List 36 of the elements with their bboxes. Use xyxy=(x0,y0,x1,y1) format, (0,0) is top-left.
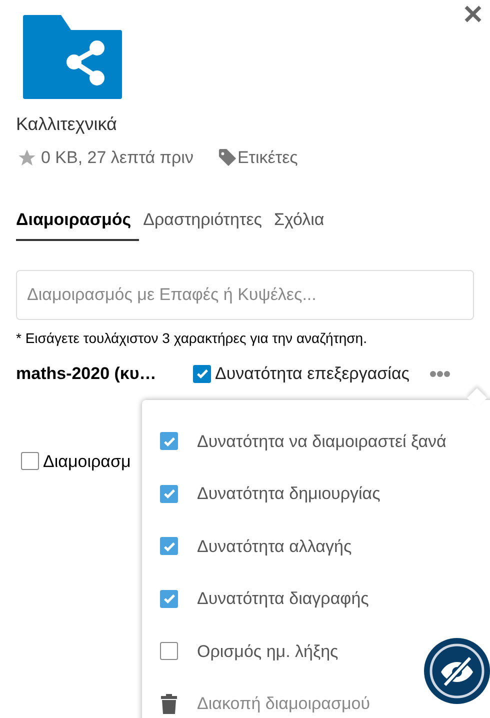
menu-checkbox[interactable] xyxy=(160,484,178,503)
folder-name: Καλλιτεχνικά xyxy=(16,113,118,136)
share-search-field[interactable]: Διαμοιρασμός με Επαφές ή Κυψέλες... xyxy=(16,270,474,320)
shared-folder-icon xyxy=(23,15,122,99)
trash-icon[interactable] xyxy=(160,694,178,714)
share-link-checkbox[interactable] xyxy=(21,452,39,470)
file-meta: 0 KB, 27 λεπτά πριν xyxy=(41,147,194,169)
share-recipient: maths-2020 (κυ… xyxy=(16,363,158,385)
share-link-label: Διαμοιρασμ xyxy=(43,450,131,472)
menu-item[interactable]: Ορισμός ημ. λήξης xyxy=(197,638,338,664)
edit-permission-label: Δυνατότητα επεξεργασίας xyxy=(215,363,410,385)
search-hint: * Εισάγετε τουλάχιστον 3 χαρακτήρες για την αναζήτηση. xyxy=(16,329,368,348)
menu-item[interactable]: Δυνατότητα δημιουργίας xyxy=(197,481,380,506)
tab[interactable]: Σχόλια xyxy=(270,206,332,241)
check-icon xyxy=(162,434,176,448)
star-icon[interactable] xyxy=(16,148,38,168)
more-icon[interactable] xyxy=(429,370,452,378)
tags-link[interactable]: Ετικέτες xyxy=(237,145,298,170)
menu-item[interactable]: Δυνατότητα αλλαγής xyxy=(197,534,352,559)
check-icon xyxy=(162,592,176,606)
eye-off-icon xyxy=(429,643,485,699)
close-icon[interactable] xyxy=(463,4,483,24)
tag-icon[interactable] xyxy=(218,148,238,168)
menu-checkbox[interactable] xyxy=(160,590,178,608)
menu-item[interactable]: Δυνατότητα διαγραφής xyxy=(197,586,369,612)
tab[interactable]: Διαμοιρασμός xyxy=(16,206,140,241)
tab[interactable]: Δραστηριότητες xyxy=(139,206,270,241)
menu-checkbox[interactable] xyxy=(160,642,178,660)
menu-item[interactable]: Διακοπή διαμοιρασμού xyxy=(197,691,370,716)
menu-checkbox[interactable] xyxy=(160,432,178,450)
check-icon xyxy=(162,487,176,500)
check-icon xyxy=(196,367,208,380)
menu-item[interactable]: Δυνατότητα να διαμοιραστεί ξανά xyxy=(197,428,446,454)
check-icon xyxy=(162,540,176,553)
menu-checkbox[interactable] xyxy=(160,537,178,556)
edit-checkbox[interactable] xyxy=(193,364,211,383)
